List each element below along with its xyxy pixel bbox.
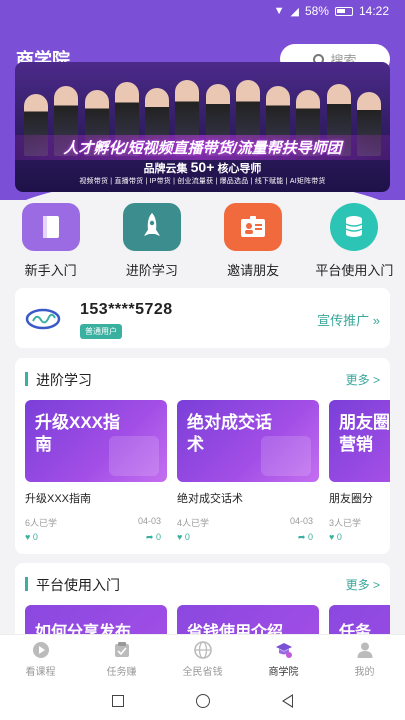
course-thumbnail: 绝对成交话术 [177,400,319,482]
course-date: 04-03 [137,516,161,526]
heart-icon: ♥ [177,532,183,542]
id-card-icon [224,203,283,251]
like-button[interactable]: ♥ 0 [25,532,38,542]
quick-entry-label: 平台使用入门 [315,263,394,278]
advanced-learning-section: 进阶学习 更多 > 升级XXX指南 升级XXX指南 6人已学 04-03 ♥ 0… [15,358,390,554]
clock: 14:22 [358,4,389,18]
banner-subtitle: 品牌云集 50+ 核心导师 [143,159,262,175]
play-circle-icon [32,642,49,658]
section-header: 平台使用入门 更多 > [25,575,380,593]
quick-entry-advanced[interactable]: 进阶学习 [101,203,202,283]
course-title: 绝对成交话术 [177,493,243,505]
user-icon [357,642,372,658]
course-thumbnail: 朋友圈营销 [329,400,390,482]
wifi-icon: ▼ [273,5,285,17]
quick-entry-label: 邀请朋友 [227,263,280,278]
banner-tags: 视频带货 | 直播带货 | IP带货 | 创业流量获 | 爆品选品 | 线下赋能… [79,178,326,185]
more-link[interactable]: 更多 > [346,371,380,388]
home-icon[interactable] [196,694,210,708]
section-title: 进阶学习 [36,372,92,388]
quick-entry-invite[interactable]: 邀请朋友 [203,203,304,283]
tab-academy[interactable]: 商学院 [243,635,324,682]
tab-courses[interactable]: 看课程 [0,635,81,682]
system-nav-bar [0,682,405,720]
quick-entries: 新手入门 进阶学习 邀请朋友 平台使用入门 [0,203,405,283]
share-icon: ➦ [145,532,154,542]
graduation-icon [275,643,292,658]
course-card[interactable]: 绝对成交话术 绝对成交话术 4人已学 04-03 ♥ 0 ➦ 0 [177,400,319,544]
quick-entry-label: 进阶学习 [125,263,178,278]
user-phone: 153****5728 [80,301,173,318]
section-title: 平台使用入门 [36,577,120,593]
course-title: 升级XXX指南 [25,493,92,505]
tab-tasks[interactable]: 任务赚 [81,635,162,682]
thumbnail-text: 朋友圈营销 [339,413,390,454]
promo-banner[interactable]: 人才孵化/短视频直播带货/流量帮扶导师团 品牌云集 50+ 核心导师 视频带货 … [15,62,390,192]
course-card[interactable]: 朋友圈营销 朋友圈分 3人已学 ♥ 0 [329,400,390,544]
course-thumbnail: 升级XXX指南 [25,400,167,482]
user-level-badge: 普通用户 [80,324,122,339]
course-title: 朋友圈分 [329,493,373,505]
like-button[interactable]: ♥ 0 [329,532,342,542]
heart-icon: ♥ [25,532,31,542]
book-icon [21,203,80,251]
recent-apps-icon[interactable] [112,695,124,707]
banner-headline: 人才孵化/短视频直播带货/流量帮扶导师团 [15,135,390,160]
database-icon [330,203,379,251]
bottom-tab-bar: 看课程 任务赚 全民省钱 商学院 我的 [0,634,405,682]
rocket-icon [122,203,181,251]
more-link[interactable]: 更多 > [346,576,380,593]
learner-count: 4人已学 [177,518,210,528]
promotion-link[interactable]: 宣传推广 » [317,310,380,329]
globe-icon [193,641,212,659]
share-button[interactable]: ➦ 0 [298,532,313,543]
tab-savings[interactable]: 全民省钱 [162,635,243,682]
share-button[interactable]: ➦ 0 [146,532,161,543]
status-bar: ▼ ◢ 58% 14:22 [0,0,405,22]
quick-entry-platform[interactable]: 平台使用入门 [304,203,405,283]
signal-icon: ◢ [290,5,299,18]
like-button[interactable]: ♥ 0 [177,532,190,542]
task-icon [114,642,129,657]
quick-entry-label: 新手入门 [24,263,77,278]
course-card[interactable]: 升级XXX指南 升级XXX指南 6人已学 04-03 ♥ 0 ➦ 0 [25,400,167,544]
course-date: 04-03 [289,516,313,526]
battery-icon [334,6,353,16]
battery-level: 58% [304,4,329,18]
brand-logo-icon [25,308,61,330]
heart-icon: ♥ [329,532,335,542]
tab-profile[interactable]: 我的 [324,635,405,682]
back-icon[interactable] [282,694,293,708]
learner-count: 6人已学 [25,518,58,528]
learner-count: 3人已学 [329,518,362,528]
user-card: 153****5728 普通用户 宣传推广 » [15,288,390,348]
quick-entry-beginner[interactable]: 新手入门 [0,203,101,283]
share-icon: ➦ [297,532,306,542]
section-header: 进阶学习 更多 > [25,370,380,388]
